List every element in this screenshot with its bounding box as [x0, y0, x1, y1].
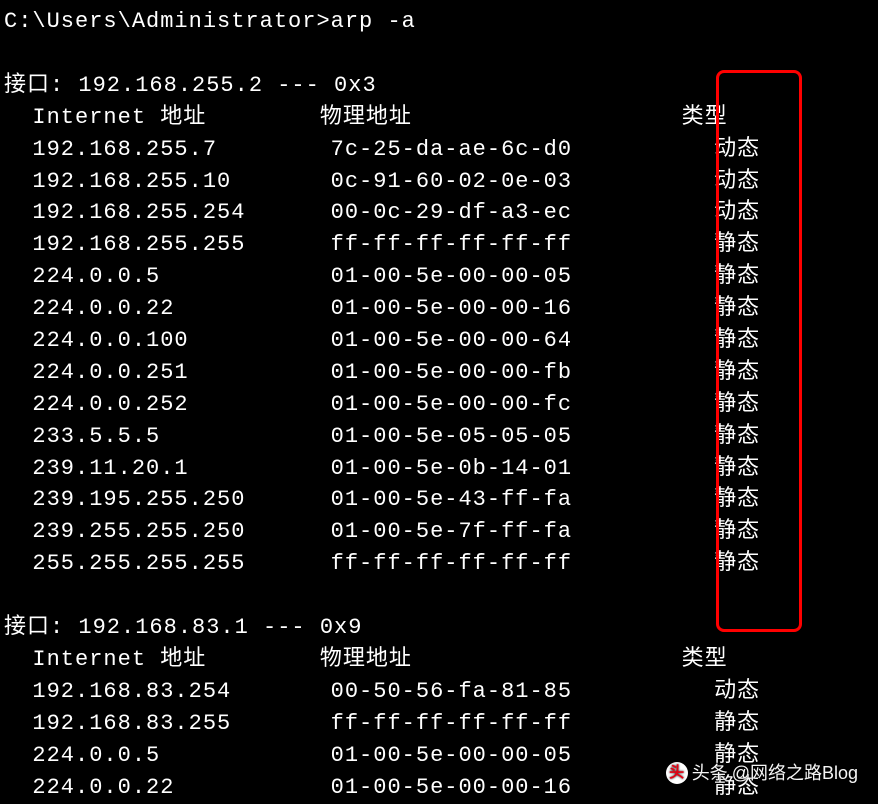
arp-table2-row: 192.168.83.254 00-50-56-fa-81-85 动态 — [4, 676, 878, 708]
arp-table1-row: 239.11.20.1 01-00-5e-0b-14-01 静态 — [4, 453, 878, 485]
interface1-header: 接口: 192.168.255.2 --- 0x3 — [4, 70, 878, 102]
arp-table1-row: 224.0.0.5 01-00-5e-00-00-05 静态 — [4, 261, 878, 293]
arp-table1-row: 239.255.255.250 01-00-5e-7f-ff-fa 静态 — [4, 516, 878, 548]
arp-table1-row: 239.195.255.250 01-00-5e-43-ff-fa 静态 — [4, 484, 878, 516]
arp-table1-row: 192.168.255.254 00-0c-29-df-a3-ec 动态 — [4, 197, 878, 229]
blank-line — [4, 580, 878, 612]
interface2-columns: Internet 地址 物理地址 类型 — [4, 644, 878, 676]
arp-table1-row: 224.0.0.252 01-00-5e-00-00-fc 静态 — [4, 389, 878, 421]
arp-table1-row: 224.0.0.100 01-00-5e-00-00-64 静态 — [4, 325, 878, 357]
interface2-header: 接口: 192.168.83.1 --- 0x9 — [4, 612, 878, 644]
blank-line — [4, 38, 878, 70]
arp-table1-row: 192.168.255.255 ff-ff-ff-ff-ff-ff 静态 — [4, 229, 878, 261]
toutiao-icon: 头 — [666, 762, 688, 784]
watermark-prefix: 头条 — [692, 760, 728, 786]
arp-table1-row: 192.168.255.10 0c-91-60-02-0e-03 动态 — [4, 166, 878, 198]
command-prompt: C:\Users\Administrator>arp -a — [4, 6, 878, 38]
arp-table1-row: 224.0.0.251 01-00-5e-00-00-fb 静态 — [4, 357, 878, 389]
arp-table1-row: 255.255.255.255 ff-ff-ff-ff-ff-ff 静态 — [4, 548, 878, 580]
arp-table2-row: 192.168.83.255 ff-ff-ff-ff-ff-ff 静态 — [4, 708, 878, 740]
arp-table1-row: 192.168.255.7 7c-25-da-ae-6c-d0 动态 — [4, 134, 878, 166]
arp-table1-row: 224.0.0.22 01-00-5e-00-00-16 静态 — [4, 293, 878, 325]
interface1-columns: Internet 地址 物理地址 类型 — [4, 102, 878, 134]
watermark: 头 头条 @网络之路Blog — [666, 760, 858, 786]
watermark-author: @网络之路Blog — [732, 760, 858, 786]
arp-table1-row: 233.5.5.5 01-00-5e-05-05-05 静态 — [4, 421, 878, 453]
